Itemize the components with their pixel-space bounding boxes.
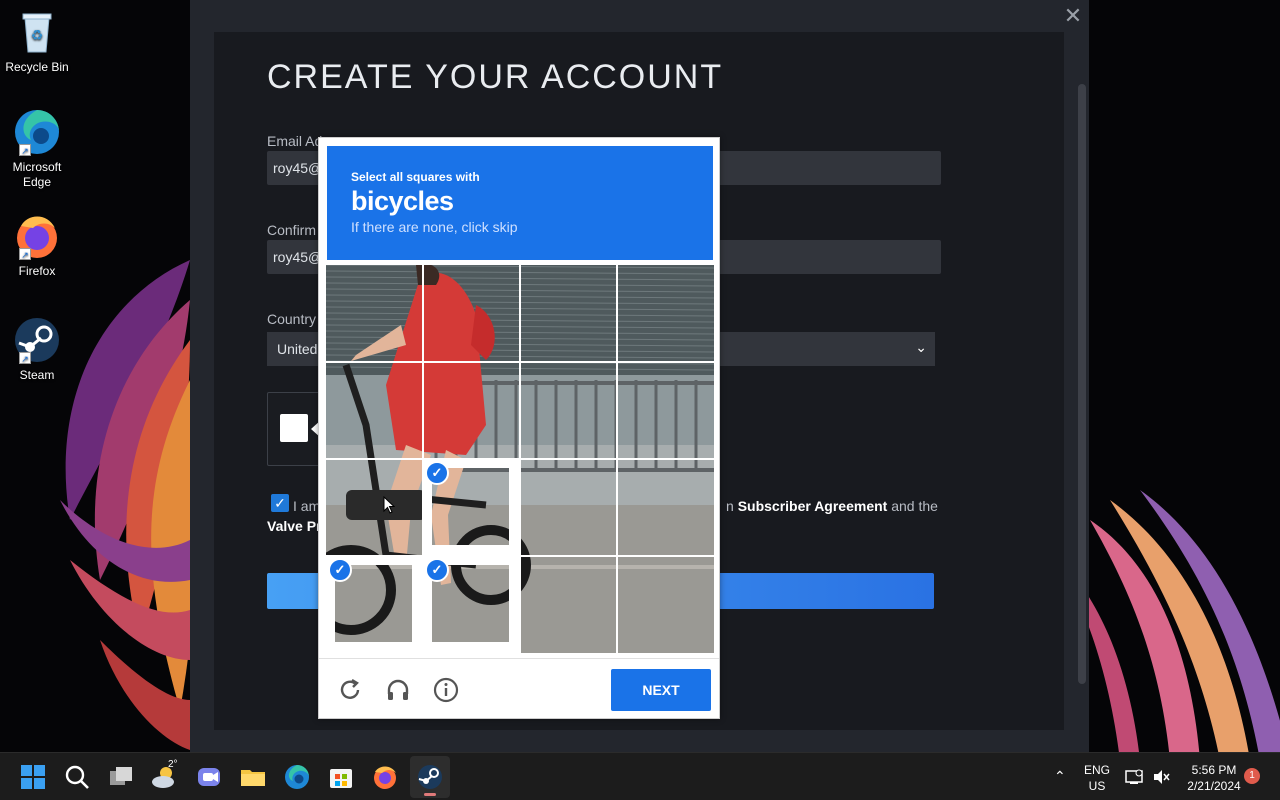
notification-badge[interactable]: 1 [1244,768,1260,784]
challenge-tile[interactable] [423,362,520,459]
clock-date: 2/21/2024 [1187,779,1241,793]
challenge-tile[interactable] [520,556,617,653]
volume-muted-icon[interactable] [1151,767,1171,787]
challenge-target: bicycles [351,186,454,216]
challenge-tile[interactable] [423,265,520,362]
agree-fragment: n [726,498,734,514]
challenge-image-grid: ✓ ✓ ✓ [326,265,714,653]
desktop-icon-recycle-bin[interactable]: ♻ Recycle Bin [4,8,70,75]
tile-selected-check-icon: ✓ [425,461,449,485]
edge-taskbar-icon[interactable] [283,763,311,791]
wallpaper-petals-right [1060,490,1280,760]
network-icon[interactable] [1124,767,1144,787]
challenge-tile[interactable] [520,362,617,459]
close-icon[interactable]: ✕ [1063,4,1083,28]
email-label: Email Ad [267,133,323,149]
shortcut-arrow-icon: ↗ [19,352,31,364]
edge-icon: ↗ [13,108,61,156]
challenge-tile[interactable] [617,362,714,459]
file-explorer-icon[interactable] [239,763,267,791]
tile-selected-check-icon: ✓ [328,558,352,582]
confirm-email-label: Confirm [267,222,317,238]
teams-chat-icon[interactable] [195,763,223,791]
desktop-icon-label: Recycle Bin [5,60,69,74]
challenge-tile[interactable] [520,265,617,362]
clock[interactable]: 5:56 PM 2/21/2024 [1178,762,1250,794]
info-icon[interactable] [433,677,459,703]
headphones-icon[interactable] [385,677,411,703]
desktop-icon-firefox[interactable]: ↗ Firefox [4,212,70,279]
firefox-taskbar-icon[interactable] [371,763,399,791]
recaptcha-challenge-dialog: Select all squares with bicycles If ther… [318,137,720,719]
country-value: United [277,341,318,357]
desktop-icon-label: Firefox [18,264,56,278]
page-title: CREATE YOUR ACCOUNT [267,58,724,96]
reload-icon[interactable] [337,677,363,703]
steam-icon: ↗ [13,316,61,364]
agree-suffix: and the [891,498,938,514]
chevron-down-icon: ⌄ [915,339,927,355]
agree-text-right: n Subscriber Agreement and the [726,498,938,514]
task-view-icon[interactable] [107,763,135,791]
next-button[interactable]: NEXT [611,669,711,711]
weather-temp: 2° [168,759,178,770]
country-label: Country [267,311,317,327]
challenge-tile[interactable]: ✓ [423,459,520,556]
windows-start-icon[interactable] [19,763,47,791]
firefox-icon: ↗ [13,212,61,260]
recaptcha-checkbox[interactable] [280,414,308,442]
svg-text:♻: ♻ [31,28,44,44]
tile-selected-check-icon: ✓ [425,558,449,582]
challenge-tile[interactable] [617,265,714,362]
shortcut-arrow-icon: ↗ [19,248,31,260]
desktop-icon-label: Steam [19,368,55,382]
challenge-tile[interactable] [326,265,423,362]
challenge-footer: NEXT [319,658,719,720]
subscriber-agreement-link[interactable]: Subscriber Agreement [738,498,888,514]
microsoft-store-icon[interactable] [327,763,355,791]
scrollbar[interactable] [1078,84,1086,684]
challenge-tile[interactable] [617,556,714,653]
privacy-policy-link[interactable]: Valve Pr [267,518,322,534]
language-indicator[interactable]: ENG US [1081,762,1113,794]
challenge-instruction: Select all squares with [351,170,480,184]
recycle-bin-icon: ♻ [13,8,61,56]
desktop-icon-microsoft-edge[interactable]: ↗ Microsoft Edge [4,108,70,190]
mouse-cursor-icon [383,496,395,514]
challenge-tile[interactable] [617,459,714,556]
chevron-up-icon[interactable]: ⌃ [1054,768,1066,784]
language-code: ENG [1083,763,1110,777]
clock-time: 5:56 PM [1191,763,1237,777]
challenge-tile[interactable]: ✓ [326,556,423,653]
search-icon[interactable] [63,763,91,791]
steam-taskbar-icon[interactable] [416,763,444,791]
challenge-header: Select all squares with bicycles If ther… [327,146,713,260]
taskbar: 2° ⌃ ENG US 5:56 PM 2/21/2024 [0,752,1280,800]
shortcut-arrow-icon: ↗ [19,144,31,156]
region-code: US [1088,779,1106,793]
agree-checkbox[interactable]: ✓ [271,494,289,512]
challenge-tile[interactable] [326,362,423,459]
challenge-tile[interactable]: ✓ [423,556,520,653]
agree-text: I am [293,498,321,514]
desktop-icon-label: Microsoft Edge [12,160,62,189]
challenge-hint: If there are none, click skip [351,219,518,235]
desktop-icon-steam[interactable]: ↗ Steam [4,316,70,383]
challenge-tile[interactable] [520,459,617,556]
weather-widget[interactable]: 2° [150,759,178,791]
challenge-tile[interactable] [326,459,423,556]
